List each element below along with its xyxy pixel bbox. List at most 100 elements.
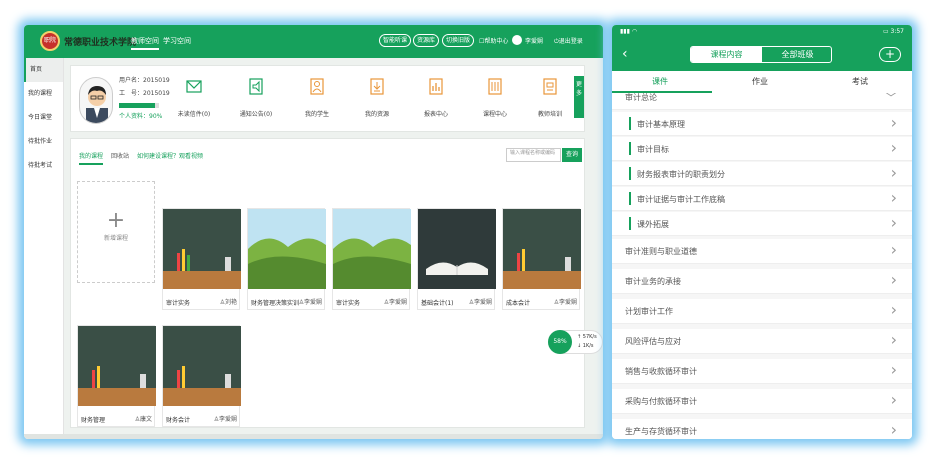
course-name: 基础会计(1) bbox=[421, 300, 454, 307]
profile-progress-text: 个人资料：90% bbox=[119, 113, 163, 120]
mobile-header: ‹ 课程内容 全部班级 + bbox=[612, 40, 912, 71]
how-to-build-course-link[interactable]: 如何建设课程？观看视频 bbox=[137, 151, 203, 160]
course-card[interactable]: 审计实务 ♙李爱娴 bbox=[332, 208, 411, 310]
lesson-row[interactable]: 审计证据与审计工作底稿 › bbox=[612, 187, 912, 211]
chevron-right-icon: › bbox=[890, 300, 897, 319]
course-card[interactable]: 基础会计(1) ♙李爱娴 bbox=[417, 208, 496, 310]
switch-old-version-button[interactable]: 切换旧版 bbox=[442, 34, 475, 47]
lesson-row[interactable]: 审计基本原理 › bbox=[612, 112, 912, 136]
course-card[interactable]: 财务会计 ♙李爱娴 bbox=[162, 325, 241, 427]
smart-lecture-button[interactable]: 智能听课 bbox=[379, 34, 412, 47]
tab-recycle-bin[interactable]: 回收站 bbox=[111, 151, 129, 160]
course-name: 审计实务 bbox=[166, 300, 191, 307]
sidebar-item-my-courses[interactable]: 我的课程 bbox=[24, 82, 63, 106]
help-center-link[interactable]: ☐帮助中心 bbox=[479, 36, 508, 45]
course-name: 成本会计 bbox=[506, 300, 531, 307]
row-title: 销售与收款循环审计 bbox=[625, 367, 697, 376]
lesson-marker bbox=[629, 217, 631, 230]
course-center-link[interactable]: 课程中心 bbox=[470, 109, 520, 118]
course-thumbnail bbox=[248, 209, 326, 289]
speed-percent: 58% bbox=[548, 330, 572, 354]
search-button[interactable]: 查询 bbox=[562, 148, 582, 162]
notice-link[interactable]: 通知公告(0) bbox=[231, 109, 281, 118]
mail-icon[interactable] bbox=[186, 78, 202, 96]
course-card[interactable]: 财务管理决策实训 ♙李爱娴 bbox=[247, 208, 326, 310]
status-time: 3:57 bbox=[890, 28, 904, 35]
chevron-right-icon: › bbox=[890, 163, 897, 182]
course-thumbnail bbox=[78, 326, 156, 406]
sidebar-item-pending-homework[interactable]: 待批作业 bbox=[24, 130, 63, 154]
chapter-row[interactable]: 审计业务的承接 › bbox=[612, 269, 912, 294]
course-teacher: ♙刘艳 bbox=[219, 299, 237, 306]
chapter-row[interactable]: 风险评估与应对 › bbox=[612, 329, 912, 354]
mobile-app-window: ▮▮▮ ◠ ▭ 3:57 ‹ 课程内容 全部班级 + 课件 作业 考试 审计总论… bbox=[612, 25, 912, 439]
course-panel: 我的课程 回收站 如何建设课程？观看视频 输入课程名称或编码 查询 + 新增课程… bbox=[70, 138, 585, 428]
chapter-row[interactable]: 销售与收款循环审计 › bbox=[612, 359, 912, 384]
student-icon[interactable] bbox=[309, 78, 325, 96]
training-icon[interactable] bbox=[542, 78, 558, 96]
network-speed-widget[interactable]: 58% ↑ 57K/s ↓ 1K/s bbox=[548, 330, 603, 354]
my-students-link[interactable]: 我的学生 bbox=[292, 109, 342, 118]
unread-mail-link[interactable]: 未读信件(0) bbox=[169, 109, 219, 118]
row-title: 审计总论 bbox=[625, 93, 657, 102]
teacher-training-link[interactable]: 教师培训 bbox=[525, 109, 575, 118]
row-title: 审计准则与职业道德 bbox=[625, 247, 697, 256]
lesson-row[interactable]: 财务报表审计的职责划分 › bbox=[612, 162, 912, 186]
row-title: 风险评估与应对 bbox=[625, 337, 681, 346]
tab-courseware[interactable]: 课件 bbox=[652, 76, 668, 87]
lesson-row[interactable]: 课外拓展 › bbox=[612, 212, 912, 236]
tab-teacher-space[interactable]: 教师空间 bbox=[131, 36, 159, 50]
chapter-row[interactable]: 采购与付款循环审计 › bbox=[612, 389, 912, 414]
row-title: 财务报表审计的职责划分 bbox=[637, 170, 725, 179]
course-name: 财务管理 bbox=[81, 417, 106, 424]
course-card[interactable]: 成本会计 ♙李爱娴 bbox=[502, 208, 581, 310]
chevron-right-icon: › bbox=[890, 113, 897, 132]
add-icon[interactable]: + bbox=[879, 47, 901, 62]
course-card[interactable]: 财务管理 ♙康文 bbox=[77, 325, 156, 427]
resource-library-button[interactable]: 资源库 bbox=[413, 34, 440, 47]
add-course-card[interactable]: + 新增课程 bbox=[77, 181, 155, 283]
report-icon[interactable] bbox=[428, 78, 444, 96]
tab-study-space[interactable]: 学习空间 bbox=[163, 36, 191, 46]
my-resources-link[interactable]: 我的资源 bbox=[352, 109, 402, 118]
course-center-icon[interactable] bbox=[487, 78, 503, 96]
teacher-avatar bbox=[79, 77, 113, 124]
report-center-link[interactable]: 报表中心 bbox=[411, 109, 461, 118]
course-thumbnail bbox=[503, 209, 581, 289]
segment-all-classes[interactable]: 全部班级 bbox=[762, 47, 831, 62]
sidebar-item-pending-exam[interactable]: 待批考试 bbox=[24, 154, 63, 178]
course-teacher: ♙康文 bbox=[134, 416, 152, 423]
tab-homework[interactable]: 作业 bbox=[752, 76, 768, 87]
logout-link[interactable]: ⏻退出登录 bbox=[554, 36, 583, 46]
chapter-row[interactable]: 审计准则与职业道德 › bbox=[612, 239, 912, 264]
download-speed: ↓ 1K/s bbox=[577, 343, 594, 349]
resource-icon[interactable] bbox=[369, 78, 385, 96]
course-thumbnail bbox=[163, 326, 241, 406]
course-card[interactable]: 审计实务 ♙刘艳 bbox=[162, 208, 241, 310]
tab-my-courses[interactable]: 我的课程 bbox=[79, 151, 104, 165]
row-title: 审计目标 bbox=[637, 145, 669, 154]
chapter-row[interactable]: 生产与存货循环审计 › bbox=[612, 419, 912, 439]
chapter-row[interactable]: 计划审计工作 › bbox=[612, 299, 912, 324]
sidebar-item-home[interactable]: 首页 bbox=[24, 58, 63, 82]
sidebar-item-today-class[interactable]: 今日课堂 bbox=[24, 106, 63, 130]
segment-course-content[interactable]: 课程内容 bbox=[691, 47, 762, 62]
more-button[interactable]: 更多 bbox=[574, 76, 584, 118]
user-name[interactable]: 李爱娴 bbox=[525, 36, 543, 45]
chevron-right-icon: › bbox=[890, 420, 897, 439]
course-thumbnail bbox=[163, 209, 241, 289]
chapter-row[interactable]: 审计总论 ﹀ bbox=[612, 93, 912, 110]
back-arrow-icon[interactable]: ‹ bbox=[622, 46, 628, 62]
announcement-icon[interactable] bbox=[248, 78, 264, 96]
bottom-bar bbox=[24, 434, 603, 439]
course-teacher: ♙李爱娴 bbox=[213, 416, 237, 423]
chapter-list: 审计总论 ﹀ 审计基本原理 › 审计目标 › 财务报表审计的职责划分 › 审计证据与审计工作底稿… bbox=[612, 93, 912, 439]
chevron-right-icon: › bbox=[890, 188, 897, 207]
course-search-input[interactable]: 输入课程名称或编码 bbox=[506, 148, 561, 162]
user-avatar[interactable] bbox=[512, 35, 522, 45]
row-title: 生产与存货循环审计 bbox=[625, 427, 697, 436]
tab-exam[interactable]: 考试 bbox=[852, 76, 868, 87]
sidebar: 首页 我的课程 今日课堂 待批作业 待批考试 bbox=[24, 58, 64, 439]
chevron-right-icon: › bbox=[890, 270, 897, 289]
lesson-row[interactable]: 审计目标 › bbox=[612, 137, 912, 161]
